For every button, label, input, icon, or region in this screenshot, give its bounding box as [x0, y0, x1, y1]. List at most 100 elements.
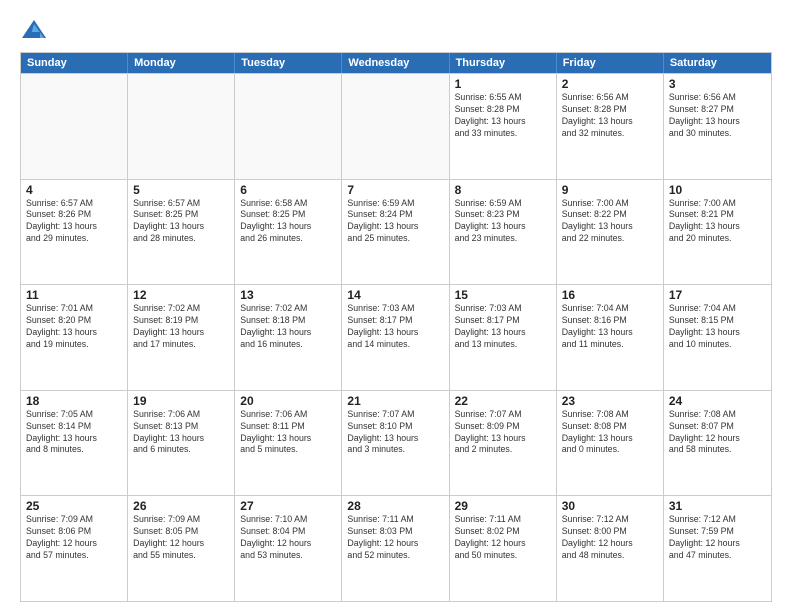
day-info: Sunrise: 7:06 AM Sunset: 8:13 PM Dayligh… — [133, 409, 229, 457]
calendar-cell — [235, 74, 342, 179]
day-number: 3 — [669, 77, 766, 91]
day-number: 8 — [455, 183, 551, 197]
calendar-cell: 14Sunrise: 7:03 AM Sunset: 8:17 PM Dayli… — [342, 285, 449, 390]
calendar-cell: 9Sunrise: 7:00 AM Sunset: 8:22 PM Daylig… — [557, 180, 664, 285]
calendar-header-cell: Sunday — [21, 53, 128, 73]
day-number: 19 — [133, 394, 229, 408]
day-info: Sunrise: 6:59 AM Sunset: 8:24 PM Dayligh… — [347, 198, 443, 246]
calendar-cell: 10Sunrise: 7:00 AM Sunset: 8:21 PM Dayli… — [664, 180, 771, 285]
day-number: 2 — [562, 77, 658, 91]
calendar-row: 25Sunrise: 7:09 AM Sunset: 8:06 PM Dayli… — [21, 495, 771, 601]
calendar-cell: 25Sunrise: 7:09 AM Sunset: 8:06 PM Dayli… — [21, 496, 128, 601]
calendar-cell: 15Sunrise: 7:03 AM Sunset: 8:17 PM Dayli… — [450, 285, 557, 390]
calendar-cell — [21, 74, 128, 179]
day-info: Sunrise: 7:09 AM Sunset: 8:06 PM Dayligh… — [26, 514, 122, 562]
calendar-cell: 27Sunrise: 7:10 AM Sunset: 8:04 PM Dayli… — [235, 496, 342, 601]
day-number: 16 — [562, 288, 658, 302]
day-number: 31 — [669, 499, 766, 513]
calendar-cell: 22Sunrise: 7:07 AM Sunset: 8:09 PM Dayli… — [450, 391, 557, 496]
calendar-cell: 26Sunrise: 7:09 AM Sunset: 8:05 PM Dayli… — [128, 496, 235, 601]
calendar-row: 11Sunrise: 7:01 AM Sunset: 8:20 PM Dayli… — [21, 284, 771, 390]
calendar-body: 1Sunrise: 6:55 AM Sunset: 8:28 PM Daylig… — [21, 73, 771, 601]
day-number: 25 — [26, 499, 122, 513]
calendar-cell: 30Sunrise: 7:12 AM Sunset: 8:00 PM Dayli… — [557, 496, 664, 601]
calendar-cell: 31Sunrise: 7:12 AM Sunset: 7:59 PM Dayli… — [664, 496, 771, 601]
calendar-cell — [342, 74, 449, 179]
calendar-cell: 17Sunrise: 7:04 AM Sunset: 8:15 PM Dayli… — [664, 285, 771, 390]
day-info: Sunrise: 7:08 AM Sunset: 8:07 PM Dayligh… — [669, 409, 766, 457]
day-number: 4 — [26, 183, 122, 197]
day-info: Sunrise: 7:08 AM Sunset: 8:08 PM Dayligh… — [562, 409, 658, 457]
day-number: 26 — [133, 499, 229, 513]
calendar-cell: 24Sunrise: 7:08 AM Sunset: 8:07 PM Dayli… — [664, 391, 771, 496]
day-number: 12 — [133, 288, 229, 302]
day-info: Sunrise: 7:02 AM Sunset: 8:19 PM Dayligh… — [133, 303, 229, 351]
calendar-cell: 8Sunrise: 6:59 AM Sunset: 8:23 PM Daylig… — [450, 180, 557, 285]
day-info: Sunrise: 7:04 AM Sunset: 8:15 PM Dayligh… — [669, 303, 766, 351]
day-info: Sunrise: 7:07 AM Sunset: 8:10 PM Dayligh… — [347, 409, 443, 457]
day-number: 1 — [455, 77, 551, 91]
calendar-cell: 23Sunrise: 7:08 AM Sunset: 8:08 PM Dayli… — [557, 391, 664, 496]
day-info: Sunrise: 7:11 AM Sunset: 8:02 PM Dayligh… — [455, 514, 551, 562]
calendar-cell: 21Sunrise: 7:07 AM Sunset: 8:10 PM Dayli… — [342, 391, 449, 496]
calendar-cell: 29Sunrise: 7:11 AM Sunset: 8:02 PM Dayli… — [450, 496, 557, 601]
calendar: SundayMondayTuesdayWednesdayThursdayFrid… — [20, 52, 772, 602]
calendar-row: 18Sunrise: 7:05 AM Sunset: 8:14 PM Dayli… — [21, 390, 771, 496]
calendar-cell: 3Sunrise: 6:56 AM Sunset: 8:27 PM Daylig… — [664, 74, 771, 179]
calendar-header-cell: Monday — [128, 53, 235, 73]
day-number: 23 — [562, 394, 658, 408]
day-info: Sunrise: 7:12 AM Sunset: 8:00 PM Dayligh… — [562, 514, 658, 562]
calendar-cell: 13Sunrise: 7:02 AM Sunset: 8:18 PM Dayli… — [235, 285, 342, 390]
day-number: 21 — [347, 394, 443, 408]
logo-icon — [20, 16, 48, 44]
day-info: Sunrise: 6:55 AM Sunset: 8:28 PM Dayligh… — [455, 92, 551, 140]
header — [20, 16, 772, 44]
calendar-cell: 18Sunrise: 7:05 AM Sunset: 8:14 PM Dayli… — [21, 391, 128, 496]
day-info: Sunrise: 7:06 AM Sunset: 8:11 PM Dayligh… — [240, 409, 336, 457]
calendar-cell — [128, 74, 235, 179]
calendar-cell: 28Sunrise: 7:11 AM Sunset: 8:03 PM Dayli… — [342, 496, 449, 601]
day-number: 17 — [669, 288, 766, 302]
day-info: Sunrise: 6:56 AM Sunset: 8:28 PM Dayligh… — [562, 92, 658, 140]
day-number: 5 — [133, 183, 229, 197]
calendar-cell: 11Sunrise: 7:01 AM Sunset: 8:20 PM Dayli… — [21, 285, 128, 390]
calendar-header-cell: Wednesday — [342, 53, 449, 73]
day-info: Sunrise: 7:12 AM Sunset: 7:59 PM Dayligh… — [669, 514, 766, 562]
day-number: 11 — [26, 288, 122, 302]
calendar-cell: 2Sunrise: 6:56 AM Sunset: 8:28 PM Daylig… — [557, 74, 664, 179]
calendar-cell: 12Sunrise: 7:02 AM Sunset: 8:19 PM Dayli… — [128, 285, 235, 390]
day-number: 13 — [240, 288, 336, 302]
day-info: Sunrise: 7:00 AM Sunset: 8:22 PM Dayligh… — [562, 198, 658, 246]
day-number: 22 — [455, 394, 551, 408]
day-info: Sunrise: 6:57 AM Sunset: 8:26 PM Dayligh… — [26, 198, 122, 246]
calendar-header-cell: Saturday — [664, 53, 771, 73]
day-number: 7 — [347, 183, 443, 197]
calendar-cell: 19Sunrise: 7:06 AM Sunset: 8:13 PM Dayli… — [128, 391, 235, 496]
day-number: 14 — [347, 288, 443, 302]
day-number: 24 — [669, 394, 766, 408]
calendar-row: 4Sunrise: 6:57 AM Sunset: 8:26 PM Daylig… — [21, 179, 771, 285]
calendar-header-cell: Tuesday — [235, 53, 342, 73]
day-number: 30 — [562, 499, 658, 513]
day-info: Sunrise: 7:05 AM Sunset: 8:14 PM Dayligh… — [26, 409, 122, 457]
day-info: Sunrise: 7:04 AM Sunset: 8:16 PM Dayligh… — [562, 303, 658, 351]
day-number: 29 — [455, 499, 551, 513]
day-info: Sunrise: 7:10 AM Sunset: 8:04 PM Dayligh… — [240, 514, 336, 562]
logo — [20, 16, 52, 44]
calendar-header: SundayMondayTuesdayWednesdayThursdayFrid… — [21, 53, 771, 73]
day-info: Sunrise: 6:59 AM Sunset: 8:23 PM Dayligh… — [455, 198, 551, 246]
day-info: Sunrise: 7:03 AM Sunset: 8:17 PM Dayligh… — [455, 303, 551, 351]
day-number: 10 — [669, 183, 766, 197]
calendar-header-cell: Thursday — [450, 53, 557, 73]
calendar-cell: 1Sunrise: 6:55 AM Sunset: 8:28 PM Daylig… — [450, 74, 557, 179]
day-info: Sunrise: 6:58 AM Sunset: 8:25 PM Dayligh… — [240, 198, 336, 246]
day-info: Sunrise: 7:11 AM Sunset: 8:03 PM Dayligh… — [347, 514, 443, 562]
day-number: 20 — [240, 394, 336, 408]
day-info: Sunrise: 7:03 AM Sunset: 8:17 PM Dayligh… — [347, 303, 443, 351]
day-info: Sunrise: 7:00 AM Sunset: 8:21 PM Dayligh… — [669, 198, 766, 246]
day-info: Sunrise: 7:01 AM Sunset: 8:20 PM Dayligh… — [26, 303, 122, 351]
day-number: 6 — [240, 183, 336, 197]
day-number: 27 — [240, 499, 336, 513]
day-info: Sunrise: 7:07 AM Sunset: 8:09 PM Dayligh… — [455, 409, 551, 457]
calendar-header-cell: Friday — [557, 53, 664, 73]
